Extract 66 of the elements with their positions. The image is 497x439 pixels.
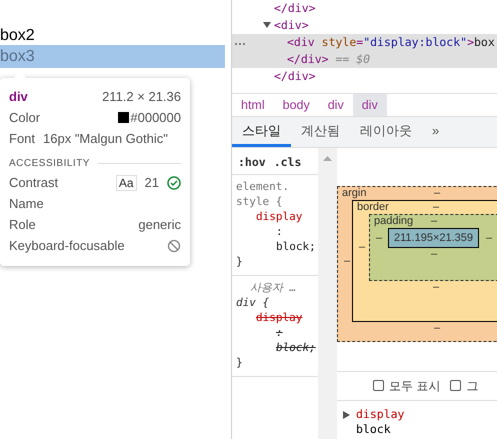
closing-tag: </div> [287,52,329,66]
property-value: generic [138,217,181,232]
section-heading: ACCESSIBILITY [9,158,181,169]
property-value[interactable]: block; [236,239,314,254]
page-text: box2 [0,26,36,45]
box-value: – [342,254,352,268]
element-size: 211.2 × 21.36 [102,89,181,104]
breadcrumb[interactable]: body [274,94,319,116]
closing-tag: </div> [232,68,497,85]
property-value[interactable]: block; [236,340,314,355]
panel-tab[interactable]: 레이아웃 [350,117,422,147]
panel-tab[interactable]: 계산됨 [291,117,350,147]
box-value: – [374,232,384,244]
property-label: Keyboard-focusable [9,238,125,253]
font-value: 16px "Malgun Gothic" [43,131,168,146]
property-label: Role [9,217,36,232]
rule-brace: } [236,254,244,269]
box-value: – [430,248,438,261]
content-size: 211.195×21.359 [388,228,480,248]
property-name: display [356,407,404,422]
box-label: padding [374,215,414,228]
box-value: – [430,215,438,228]
selected-marker: == $0 [335,52,370,66]
expand-arrow-icon[interactable] [263,21,272,29]
contrast-sample: Aa [116,174,137,190]
color-swatch-icon [118,112,130,123]
more-tabs-button[interactable]: » [422,117,450,147]
rule-selector: style { [236,194,284,209]
contrast-value: 21 [144,175,159,190]
box-value: – [432,201,440,214]
box-value: – [434,322,440,335]
property-label: Contrast [9,175,58,190]
box-value: – [432,281,440,294]
property-value: block [356,422,392,437]
filter-toggle[interactable]: :hov [238,155,266,170]
page-text: box3 [0,45,225,68]
element-tag: div [9,89,28,104]
checkbox[interactable]: 그 [450,378,478,394]
panel-tab[interactable]: 스타일 [232,117,291,147]
checkbox[interactable]: 모두 표시 [373,378,440,394]
breadcrumb[interactable]: div [352,94,387,116]
breadcrumb[interactable]: html [232,94,274,116]
opening-tag: <div style="display:block">box [287,35,495,49]
rule-origin: 사용자 … [249,280,298,295]
box-value: – [484,232,494,244]
box-label: border [357,201,389,214]
color-value: #000000 [130,110,181,125]
box-value: – [434,187,440,200]
color-label: Color [9,110,40,125]
rule-brace: } [236,355,244,370]
rule-selector: div { [236,295,270,310]
property-colon: : [275,325,284,340]
box-value: – [358,241,366,254]
rule-selector: element. [236,179,290,194]
closing-tag: </div> [232,0,497,17]
property-name[interactable]: display [236,310,314,325]
box-label: argin [342,187,366,200]
breadcrumb[interactable]: div [318,94,353,116]
opening-tag: <div> [274,18,309,32]
selected-node[interactable]: <div style="display:block">box </div> == $0 [232,34,497,68]
property-label: Name [9,196,44,211]
expand-arrow-icon[interactable] [343,411,350,419]
filter-toggle[interactable]: .cls [274,155,302,170]
property-colon: : [275,224,284,239]
property-name[interactable]: display [236,209,314,224]
font-label: Font [9,131,36,146]
